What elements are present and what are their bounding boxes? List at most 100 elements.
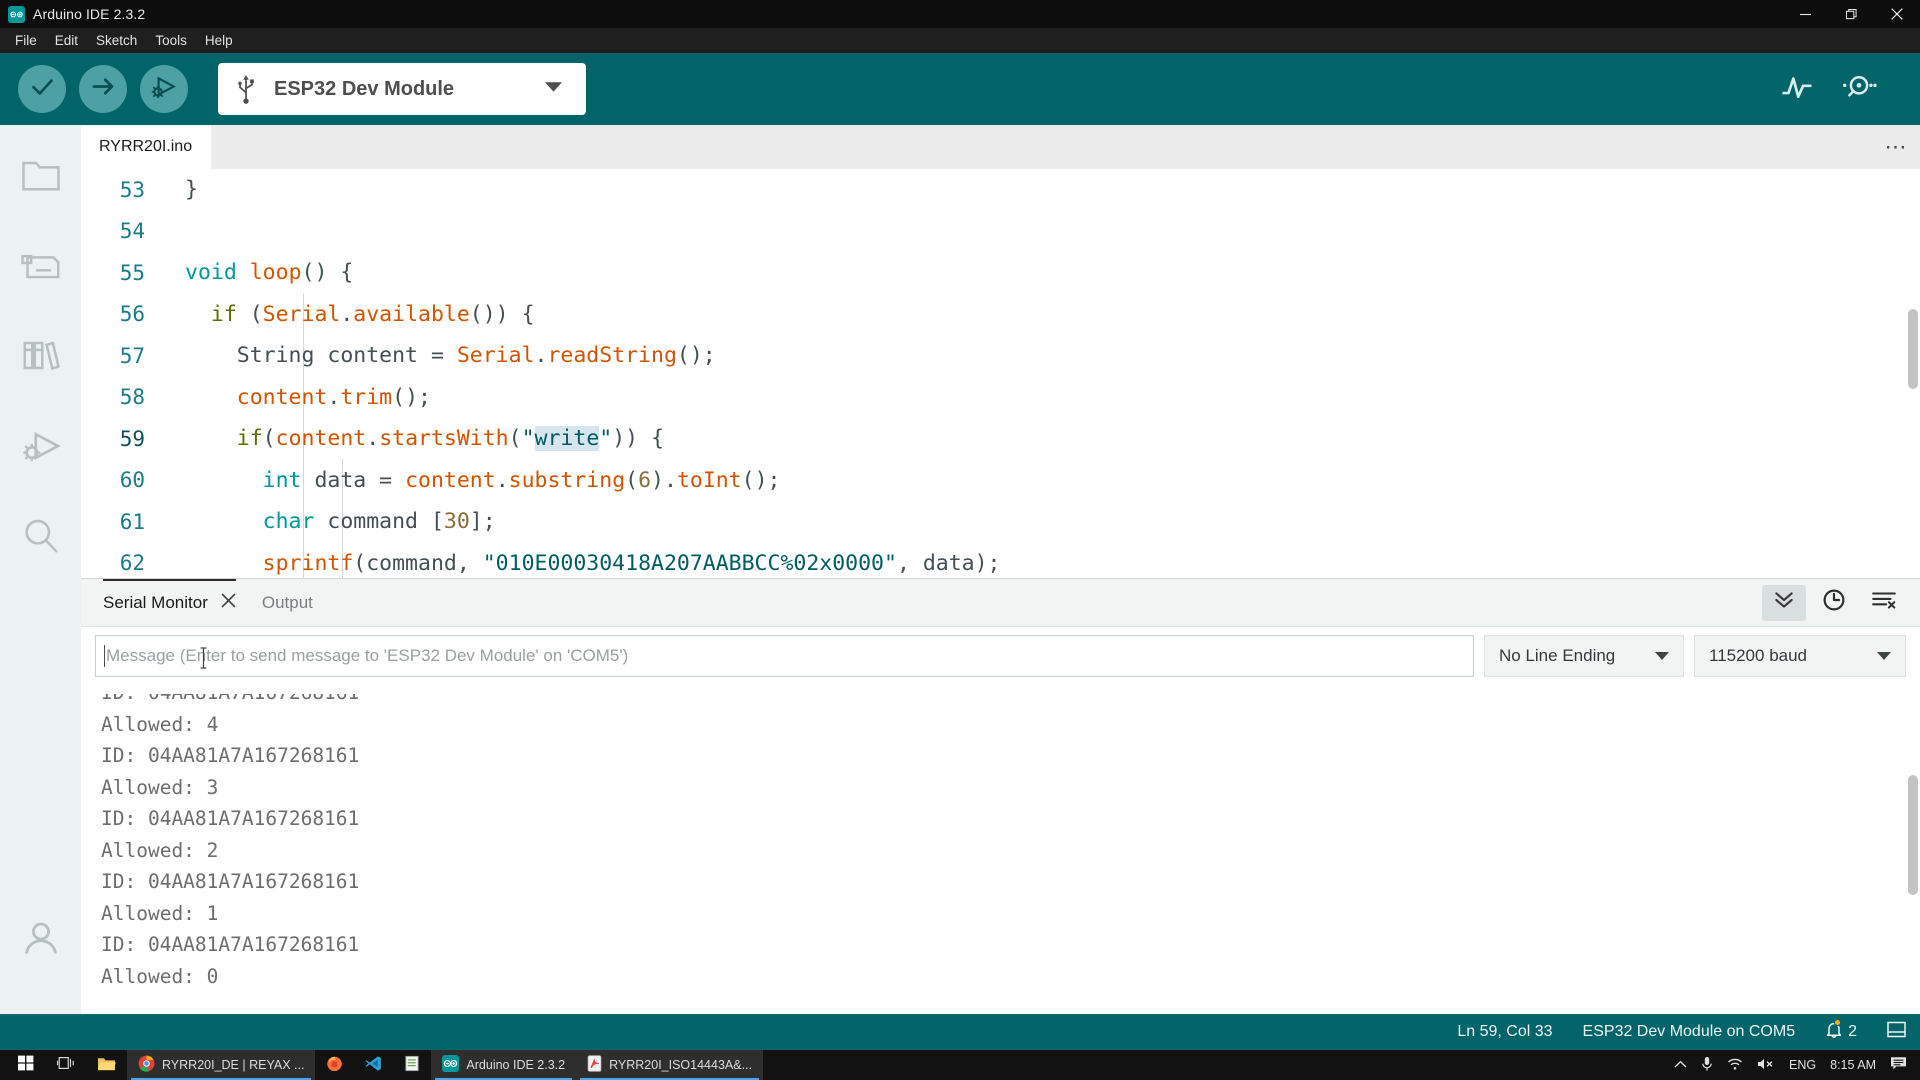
status-board-port[interactable]: ESP32 Dev Module on COM5 xyxy=(1583,1023,1796,1041)
chevron-down-icon[interactable] xyxy=(545,80,562,98)
editor-vertical-scrollbar[interactable] xyxy=(1906,169,1920,578)
taskbar-item-file-explorer[interactable] xyxy=(86,1050,127,1080)
sidebar-item-library-manager[interactable] xyxy=(13,330,69,386)
taskbar-item-firefox[interactable] xyxy=(315,1050,354,1080)
code-line[interactable]: 58 content.trim(); xyxy=(81,377,1920,419)
magnifier-search-icon xyxy=(21,517,61,560)
menu-tools[interactable]: Tools xyxy=(146,31,196,51)
taskbar-item-label: Arduino IDE 2.3.2 xyxy=(466,1058,566,1072)
tray-network-button[interactable] xyxy=(1720,1050,1750,1080)
serial-plotter-button[interactable] xyxy=(1776,68,1818,110)
taskbar-item-notepad[interactable] xyxy=(393,1050,431,1080)
serial-monitor-button[interactable] xyxy=(1838,68,1880,110)
sidebar-item-boards-manager[interactable] xyxy=(13,240,69,296)
text-cursor-icon xyxy=(199,646,207,669)
clear-output-button[interactable] xyxy=(1862,585,1906,621)
console-line: Allowed: 3 xyxy=(101,775,219,799)
close-x-icon[interactable] xyxy=(221,592,236,613)
status-panel-toggle[interactable] xyxy=(1887,1021,1906,1043)
notification-count: 2 xyxy=(1848,1023,1857,1040)
code-editor[interactable]: 53 } 54 55 void loop() { 56 if (Serial.a… xyxy=(81,169,1920,578)
arrow-right-icon xyxy=(90,73,117,105)
panel-tools xyxy=(1762,584,1920,621)
taskbar-item-vscode[interactable] xyxy=(354,1050,393,1080)
baud-rate-select[interactable]: 115200 baud xyxy=(1694,635,1906,677)
vscode-icon xyxy=(365,1055,382,1075)
code-text: String content = Serial.readString(); xyxy=(185,343,716,369)
menu-edit[interactable]: Edit xyxy=(46,31,87,51)
sidebar-item-sketchbook[interactable] xyxy=(13,150,69,206)
code-line[interactable]: 53 } xyxy=(81,169,1920,211)
file-explorer-icon xyxy=(97,1056,116,1075)
tray-overflow-button[interactable] xyxy=(1667,1050,1694,1080)
tray-notification-center-button[interactable] xyxy=(1883,1050,1914,1080)
taskbar-item-pdf[interactable]: RYRR20I_ISO14443A&... xyxy=(576,1050,764,1080)
console-line: ID: 04AA81A7A167268161 xyxy=(101,870,360,893)
code-text: void loop() { xyxy=(185,260,354,286)
status-notifications[interactable]: 2 xyxy=(1825,1019,1857,1044)
sidebar-item-search[interactable] xyxy=(13,510,69,566)
maximize-restore-button[interactable] xyxy=(1828,0,1874,28)
code-line[interactable]: 57 String content = Serial.readString(); xyxy=(81,335,1920,377)
menu-help[interactable]: Help xyxy=(196,31,242,51)
console-line: Allowed: 2 xyxy=(101,838,219,862)
code-line-active[interactable]: 59 if(content.startsWith("write")) { xyxy=(81,418,1920,460)
window-title: Arduino IDE 2.3.2 xyxy=(33,6,146,22)
status-bar: Ln 59, Col 33 ESP32 Dev Module on COM5 2 xyxy=(0,1014,1920,1050)
timestamp-toggle[interactable] xyxy=(1812,585,1856,621)
check-icon xyxy=(29,73,56,105)
console-scrollbar-thumb[interactable] xyxy=(1908,775,1918,895)
sidebar-item-account[interactable] xyxy=(13,912,69,968)
tray-volume-button[interactable] xyxy=(1750,1050,1782,1080)
verify-button[interactable] xyxy=(18,65,66,113)
tray-microphone-button[interactable] xyxy=(1694,1050,1720,1080)
close-button[interactable] xyxy=(1874,0,1920,28)
code-line[interactable]: 62 sprintf(command, "010E00030418A207AAB… xyxy=(81,543,1920,579)
debug-button[interactable] xyxy=(140,65,188,113)
line-number: 62 xyxy=(119,551,145,576)
menu-sketch[interactable]: Sketch xyxy=(87,31,146,51)
minimize-button[interactable] xyxy=(1782,0,1828,28)
usb-icon xyxy=(232,74,260,104)
account-person-icon xyxy=(20,917,62,964)
line-ending-select[interactable]: No Line Ending xyxy=(1484,635,1684,677)
arduino-logo-icon xyxy=(442,1055,460,1075)
upload-button[interactable] xyxy=(79,65,127,113)
tab-output[interactable]: Output xyxy=(262,579,313,627)
tab-serial-monitor[interactable]: Serial Monitor xyxy=(103,578,236,627)
editor-more-actions-button[interactable]: ⋯ xyxy=(1872,125,1920,169)
code-line[interactable]: 54 xyxy=(81,211,1920,253)
taskbar-item-arduino-ide[interactable]: Arduino IDE 2.3.2 xyxy=(431,1050,577,1080)
code-text: char command [30]; xyxy=(262,509,496,535)
task-view-button[interactable] xyxy=(46,1050,86,1080)
baud-rate-value: 115200 baud xyxy=(1709,646,1808,665)
editor-tab-sketch[interactable]: RYRR20I.ino xyxy=(81,125,211,169)
code-line[interactable]: 61 char command [30]; xyxy=(81,501,1920,543)
serial-monitor-magnifier-icon xyxy=(1841,70,1877,109)
code-text: } xyxy=(185,177,198,203)
code-line[interactable]: 60 int data = content.substring(6).toInt… xyxy=(81,460,1920,502)
chrome-icon xyxy=(138,1055,155,1075)
taskbar-item-chrome[interactable]: RYRR20I_DE | REYAX ... xyxy=(127,1050,316,1080)
tray-clock[interactable]: 8:15 AM xyxy=(1823,1050,1883,1080)
arduino-ide-window: Arduino IDE 2.3.2 File Edit Sketch Tools… xyxy=(0,0,1920,1080)
serial-message-input[interactable]: Message (Enter to send message to 'ESP32… xyxy=(95,635,1474,677)
tray-language-button[interactable]: ENG xyxy=(1782,1050,1823,1080)
board-selector[interactable]: ESP32 Dev Module xyxy=(218,63,586,115)
notepad-icon xyxy=(404,1055,420,1075)
menubar: File Edit Sketch Tools Help xyxy=(0,28,1920,53)
scrollbar-thumb[interactable] xyxy=(1908,309,1918,389)
code-text: if (Serial.available()) { xyxy=(210,301,535,327)
autoscroll-toggle[interactable] xyxy=(1762,584,1806,621)
code-line[interactable]: 55 void loop() { xyxy=(81,252,1920,294)
folder-icon xyxy=(21,159,61,197)
serial-console-output[interactable]: ID: 04AA81A7A167268161 Allowed: 4 ID: 04… xyxy=(81,685,1920,1014)
menu-file[interactable]: File xyxy=(6,31,46,51)
pdf-icon xyxy=(587,1055,602,1075)
start-button[interactable] xyxy=(6,1050,46,1080)
code-line[interactable]: 56 if (Serial.available()) { xyxy=(81,294,1920,336)
console-line: Allowed: 4 xyxy=(101,712,219,736)
sidebar-item-debug[interactable] xyxy=(13,420,69,476)
status-cursor-position[interactable]: Ln 59, Col 33 xyxy=(1457,1023,1552,1041)
line-number: 56 xyxy=(119,302,145,327)
